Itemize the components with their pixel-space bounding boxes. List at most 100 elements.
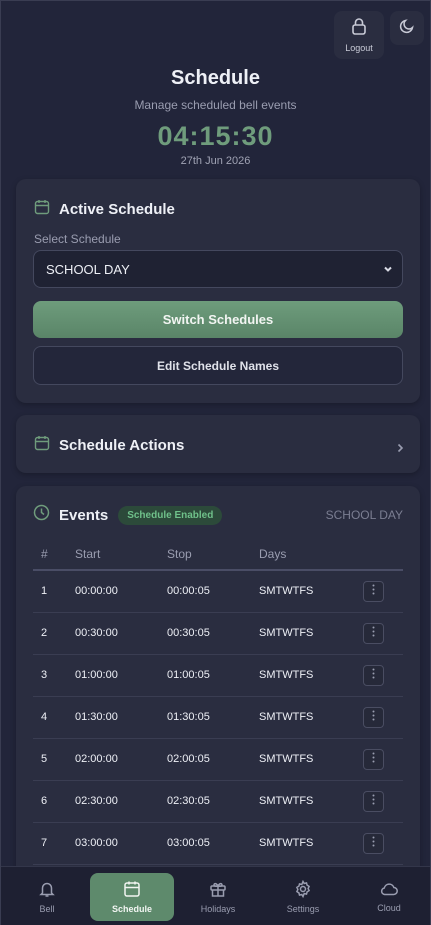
events-table: # Start Stop Days 1 00:00:00 00:00:05 SM…	[33, 538, 403, 865]
logout-label: Logout	[345, 43, 373, 53]
table-row[interactable]: 4 01:30:00 01:30:05 SMTWTFS	[33, 696, 403, 739]
nav-bell[interactable]: Bell	[5, 873, 89, 921]
row-menu-button[interactable]	[363, 832, 384, 854]
switch-schedules-button[interactable]: Switch Schedules	[33, 301, 403, 338]
gear-icon	[294, 879, 312, 900]
status-badge: Schedule Enabled	[118, 505, 223, 525]
page-header: Schedule Manage scheduled bell events 04…	[1, 67, 430, 167]
column-header-num: #	[33, 538, 75, 571]
nav-cloud[interactable]: Cloud	[347, 873, 431, 921]
edit-schedule-names-button[interactable]: Edit Schedule Names	[33, 346, 403, 385]
nav-settings-label: Settings	[286, 904, 320, 914]
table-row[interactable]: 7 03:00:00 03:00:05 SMTWTFS	[33, 822, 403, 865]
event-days: SMTWTFS	[259, 654, 363, 697]
event-days: SMTWTFS	[259, 822, 363, 865]
event-stop: 01:30:05	[167, 696, 259, 739]
cloud-icon	[379, 881, 399, 899]
nav-settings[interactable]: Settings	[261, 873, 345, 921]
row-menu-button[interactable]	[363, 622, 384, 644]
chevron-down-icon	[382, 263, 394, 278]
events-schedule-name: SCHOOL DAY	[325, 508, 403, 522]
event-days: SMTWTFS	[259, 570, 363, 613]
page-subtitle: Manage scheduled bell events	[134, 98, 297, 112]
table-header-row: # Start Stop Days	[33, 538, 403, 571]
event-start: 02:00:00	[75, 738, 167, 781]
event-start: 02:30:00	[75, 780, 167, 823]
more-vertical-icon	[372, 794, 375, 808]
row-menu-button[interactable]	[363, 748, 384, 770]
nav-schedule[interactable]: Schedule	[90, 873, 174, 921]
event-num: 4	[33, 696, 75, 739]
event-num: 1	[33, 570, 75, 613]
table-row[interactable]: 6 02:30:00 02:30:05 SMTWTFS	[33, 780, 403, 823]
current-date: 27th Jun 2026	[180, 155, 251, 167]
column-header-days: Days	[259, 538, 363, 571]
event-start: 00:00:00	[75, 570, 167, 613]
chevron-right-icon	[396, 440, 404, 458]
event-stop: 01:00:05	[167, 654, 259, 697]
nav-holidays-label: Holidays	[200, 904, 236, 914]
row-menu-button[interactable]	[363, 706, 384, 728]
more-vertical-icon	[372, 668, 375, 682]
table-row[interactable]: 2 00:30:00 00:30:05 SMTWTFS	[33, 612, 403, 655]
event-days: SMTWTFS	[259, 738, 363, 781]
event-num: 7	[33, 822, 75, 865]
column-header-actions	[363, 538, 403, 571]
active-schedule-card: Active Schedule Select Schedule SCHOOL D…	[16, 179, 420, 403]
schedule-actions-card[interactable]: Schedule Actions	[16, 415, 420, 473]
event-num: 3	[33, 654, 75, 697]
active-schedule-title: Active Schedule	[59, 201, 175, 218]
nav-cloud-label: Cloud	[377, 903, 401, 913]
lock-icon	[351, 17, 367, 40]
active-schedule-header: Active Schedule	[34, 199, 175, 220]
event-stop: 02:00:05	[167, 738, 259, 781]
event-start: 01:30:00	[75, 696, 167, 739]
more-vertical-icon	[372, 752, 375, 766]
more-vertical-icon	[372, 584, 375, 598]
calendar-icon	[123, 880, 141, 900]
event-num: 2	[33, 612, 75, 655]
event-start: 01:00:00	[75, 654, 167, 697]
bell-icon	[38, 880, 56, 900]
table-row[interactable]: 1 00:00:00 00:00:05 SMTWTFS	[33, 570, 403, 613]
events-title: Events	[59, 506, 109, 524]
more-vertical-icon	[372, 836, 375, 850]
logout-button[interactable]: Logout	[334, 11, 384, 59]
event-num: 5	[33, 738, 75, 781]
more-vertical-icon	[372, 626, 375, 640]
event-days: SMTWTFS	[259, 696, 363, 739]
nav-holidays[interactable]: Holidays	[176, 873, 260, 921]
nav-schedule-label: Schedule	[111, 904, 152, 914]
page-title: Schedule	[171, 67, 260, 89]
event-num: 6	[33, 780, 75, 823]
event-stop: 03:00:05	[167, 822, 259, 865]
table-row[interactable]: 5 02:00:00 02:00:05 SMTWTFS	[33, 738, 403, 781]
calendar-icon	[34, 199, 50, 220]
current-time: 04:15:30	[157, 121, 274, 151]
bottom-nav: Bell Schedule Holidays Settings Cloud	[1, 866, 430, 925]
schedule-actions-header: Schedule Actions	[34, 435, 184, 456]
moon-icon	[399, 18, 415, 39]
event-days: SMTWTFS	[259, 780, 363, 823]
column-header-stop: Stop	[167, 538, 259, 571]
row-menu-button[interactable]	[363, 580, 384, 602]
row-menu-button[interactable]	[363, 664, 384, 686]
events-header: Events Schedule Enabled	[33, 504, 223, 526]
schedule-actions-title: Schedule Actions	[59, 437, 185, 454]
event-start: 03:00:00	[75, 822, 167, 865]
table-row[interactable]: 3 01:00:00 01:00:05 SMTWTFS	[33, 654, 403, 697]
column-header-start: Start	[75, 538, 167, 571]
event-stop: 00:00:05	[167, 570, 259, 613]
row-menu-button[interactable]	[363, 790, 384, 812]
gift-icon	[209, 880, 227, 900]
schedule-select-value: SCHOOL DAY	[46, 261, 130, 277]
theme-toggle-button[interactable]	[390, 11, 424, 45]
event-stop: 02:30:05	[167, 780, 259, 823]
events-card: Events Schedule Enabled SCHOOL DAY # Sta…	[16, 486, 420, 886]
event-start: 00:30:00	[75, 612, 167, 655]
schedule-select[interactable]: SCHOOL DAY	[33, 250, 403, 288]
nav-bell-label: Bell	[39, 904, 55, 914]
event-stop: 00:30:05	[167, 612, 259, 655]
clock-icon	[33, 504, 50, 526]
more-vertical-icon	[372, 710, 375, 724]
